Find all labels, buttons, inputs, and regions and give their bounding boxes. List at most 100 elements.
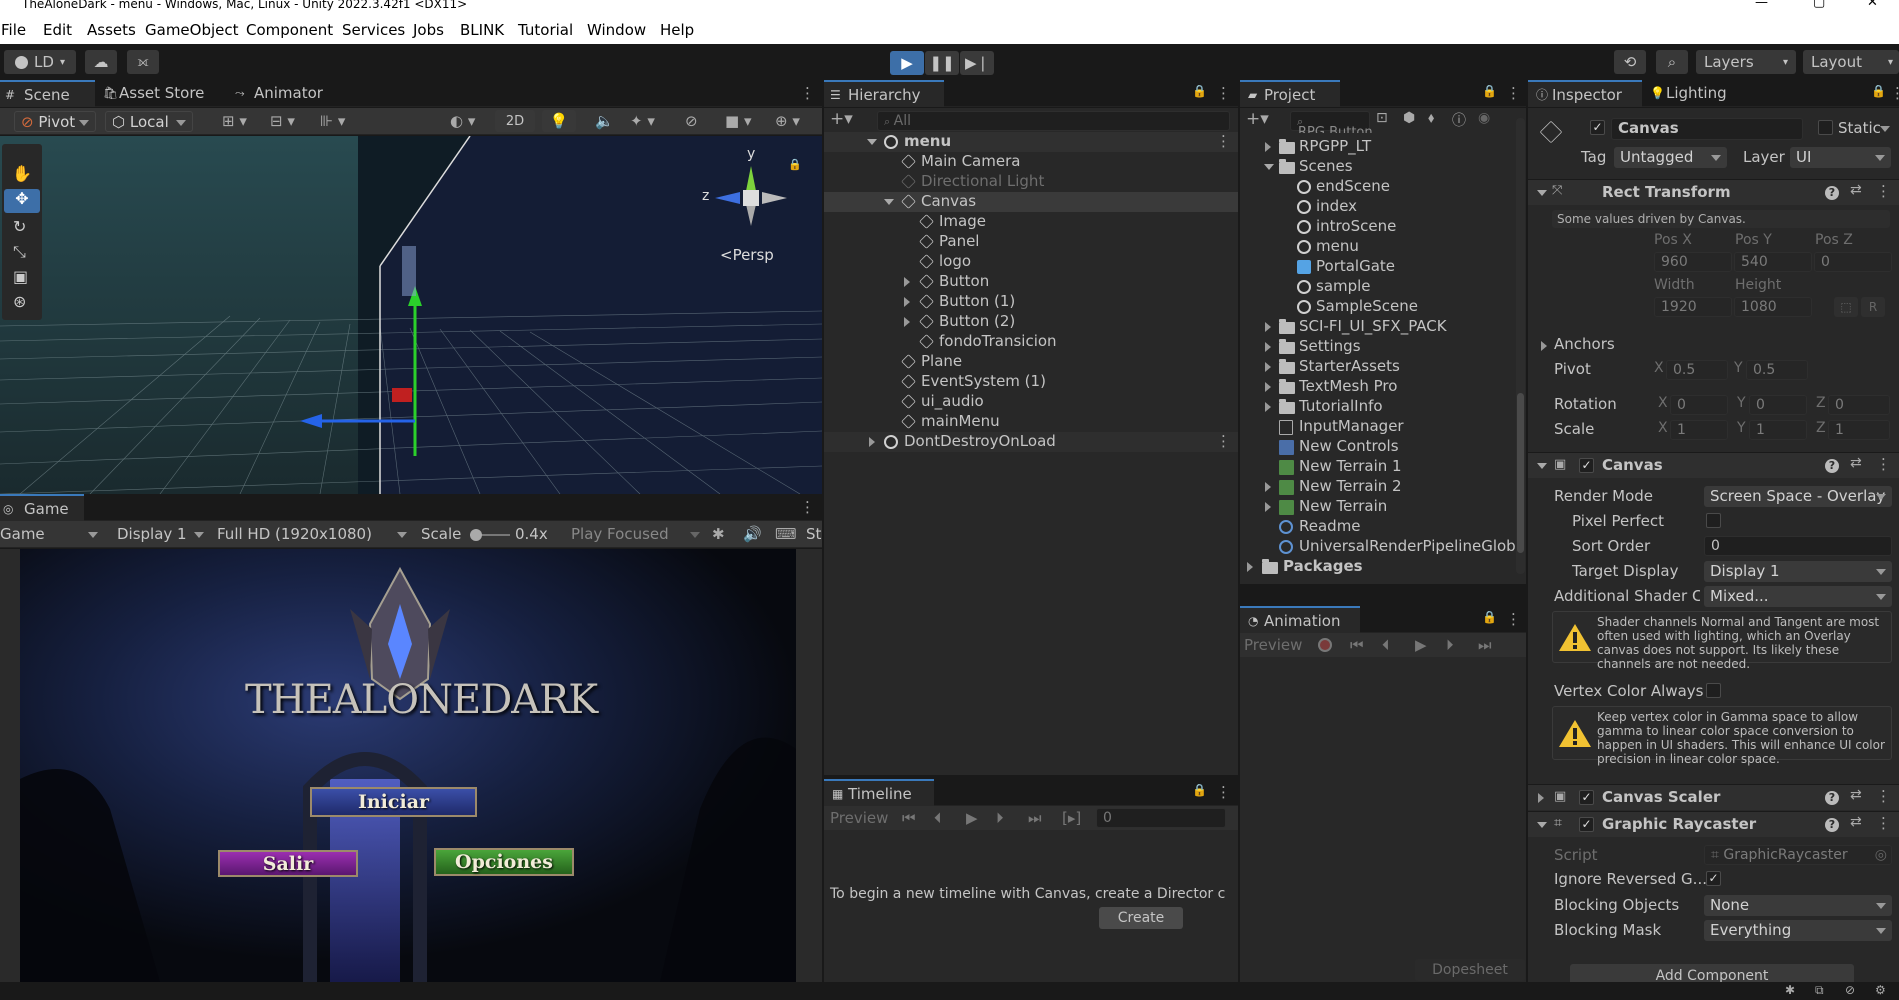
minimize-button[interactable]: — [1755, 0, 1768, 9]
scene-row-dontdestroy[interactable]: DontDestroyOnLoad ⋮ [824, 432, 1238, 452]
menu-gameobject[interactable]: GameObject [145, 21, 239, 39]
hierarchy-item-panel[interactable]: Panel [824, 232, 1238, 252]
project-lock-icon[interactable]: 🔒 [1482, 84, 1497, 98]
project-scene-introscene[interactable]: introScene [1240, 217, 1516, 237]
timeline-prev-frame-icon[interactable]: ⏴ [934, 809, 942, 827]
layer-dropdown[interactable]: UI [1790, 147, 1891, 168]
effects-toggle-icon[interactable]: ✦ ▾ [630, 112, 655, 130]
account-dropdown[interactable]: LD ▾ [4, 50, 76, 74]
presets-icon[interactable]: ⇄ [1850, 455, 1862, 471]
hierarchy-add-icon[interactable]: +▾ [830, 109, 853, 129]
inspector-lock-icon[interactable]: 🔒 [1871, 84, 1886, 98]
history-icon[interactable]: ⟲ [1614, 50, 1646, 74]
target-display-dropdown[interactable]: Display 1 [1704, 561, 1892, 582]
local-dropdown[interactable]: ⬡ Local [105, 111, 193, 132]
scene-menu-icon[interactable]: ⋮ [800, 84, 815, 102]
menu-edit[interactable]: Edit [43, 21, 72, 39]
rotate-tool-icon[interactable]: ↻ [13, 217, 26, 236]
audio-toggle-icon[interactable]: 🔈 [595, 112, 614, 130]
sort-order-field[interactable]: 0 [1704, 536, 1892, 556]
ignore-reversed-checkbox[interactable]: ✓ [1706, 871, 1721, 886]
hierarchy-item-main-menu[interactable]: mainMenu [824, 412, 1238, 432]
gizmos-icon[interactable]: ⊕ ▾ [775, 112, 800, 130]
timeline-create-button[interactable]: Create [1099, 907, 1183, 929]
grid-icon[interactable]: ⊟ ▾ [270, 112, 295, 130]
record-icon[interactable] [1318, 638, 1332, 652]
hidden-packages-icon[interactable]: ◉ [1478, 110, 1490, 126]
pause-button[interactable]: ❚❚ [925, 51, 959, 75]
static-checkbox[interactable] [1818, 120, 1833, 135]
project-folder-starterassets[interactable]: StarterAssets [1240, 357, 1516, 377]
console-info-icon[interactable]: ⓘ [1452, 110, 1466, 130]
stats-button[interactable]: St [806, 525, 821, 543]
project-asset-readme[interactable]: Readme [1240, 517, 1516, 537]
lock-icon[interactable]: 🔒 [788, 158, 802, 171]
increment-snap-icon[interactable]: ⊪ ▾ [320, 112, 345, 130]
rect-transform-header[interactable]: ⤧ Rect Transform ? ⇄ ⋮ [1528, 179, 1899, 205]
shading-mode-icon[interactable]: ◐ ▾ [450, 112, 475, 130]
menu-tutorial[interactable]: Tutorial [518, 21, 573, 39]
cloud-icon[interactable]: ☁ [85, 50, 117, 74]
project-folder-tutorialinfo[interactable]: TutorialInfo [1240, 397, 1516, 417]
timeline-preview-button[interactable]: Preview [830, 809, 888, 827]
tab-animator[interactable]: ⤳ Animator [230, 80, 330, 107]
progress-icon[interactable]: ⚙ [1875, 983, 1886, 997]
blueprint-mode-icon[interactable]: ⬚ [1834, 297, 1858, 317]
project-folder-settings[interactable]: Settings [1240, 337, 1516, 357]
hierarchy-item-button[interactable]: Button [824, 272, 1238, 292]
maximize-button[interactable]: ▢ [1813, 0, 1825, 9]
blocking-objects-dropdown[interactable]: None [1704, 895, 1892, 916]
project-asset-newcontrols[interactable]: New Controls [1240, 437, 1516, 457]
shader-channels-dropdown[interactable]: Mixed... [1704, 586, 1892, 607]
timeline-lock-icon[interactable]: 🔒 [1192, 783, 1207, 797]
animation-lock-icon[interactable]: 🔒 [1482, 610, 1497, 624]
timeline-frame-field[interactable]: 0 [1096, 808, 1226, 828]
canvas-scaler-checkbox[interactable]: ✓ [1579, 790, 1594, 805]
resolution-dropdown[interactable]: Full HD (1920x1080) [217, 525, 372, 543]
project-asset-inputmanager[interactable]: InputManager [1240, 417, 1516, 437]
component-menu-icon[interactable]: ⋮ [1876, 814, 1891, 832]
timeline-play-icon[interactable]: ▶ [966, 809, 978, 827]
tab-asset-store[interactable]: 🛍 Asset Store [95, 80, 230, 107]
tab-scene[interactable]: # Scene [0, 80, 95, 107]
hierarchy-item-logo[interactable]: logo [824, 252, 1238, 272]
collab-icon[interactable]: ⟗ [127, 50, 159, 74]
close-button[interactable]: ✕ [1867, 0, 1878, 9]
anchors-foldout[interactable]: Anchors [1554, 335, 1615, 353]
menu-component[interactable]: Component [246, 21, 333, 39]
inspector-menu-icon[interactable]: ⋮ [1890, 84, 1899, 102]
hierarchy-item-ui-audio[interactable]: ui_audio [824, 392, 1238, 412]
display-dropdown[interactable]: Display 1 [117, 525, 187, 543]
menu-window[interactable]: Window [587, 21, 646, 39]
anim-play-icon[interactable]: ▶ [1415, 636, 1427, 654]
anim-prev-frame-icon[interactable]: ⏴ [1382, 636, 1390, 654]
presets-icon[interactable]: ⇄ [1850, 814, 1862, 830]
blocking-mask-dropdown[interactable]: Everything [1704, 920, 1892, 941]
hierarchy-item-button-2[interactable]: Button (2) [824, 312, 1238, 332]
layout-dropdown[interactable]: Layout ▾ [1803, 50, 1899, 74]
search-icon[interactable]: ⌕ [1656, 50, 1688, 74]
scale-slider-handle[interactable] [470, 529, 482, 541]
tab-project[interactable]: ▰ Project [1240, 80, 1340, 107]
hierarchy-item-button-1[interactable]: Button (1) [824, 292, 1238, 312]
start-button[interactable]: Iniciar [310, 787, 477, 817]
pivot-dropdown[interactable]: ⊘ Pivot [14, 111, 96, 132]
component-menu-icon[interactable]: ⋮ [1876, 787, 1891, 805]
tab-game[interactable]: ◎ Game [0, 494, 84, 521]
lighting-toggle-icon[interactable]: 💡 [542, 110, 576, 132]
add-component-button[interactable]: Add Component [1570, 964, 1854, 982]
menu-blink[interactable]: BLINK [460, 21, 504, 39]
tab-hierarchy[interactable]: ☰ Hierarchy [824, 80, 944, 107]
hierarchy-lock-icon[interactable]: 🔒 [1192, 84, 1207, 98]
project-folder-rpgpp[interactable]: RPGPP_LT [1240, 137, 1516, 157]
vertex-color-checkbox[interactable] [1706, 683, 1721, 698]
tag-dropdown[interactable]: Untagged [1614, 147, 1727, 168]
graphic-raycaster-header[interactable]: ⌗ ✓ Graphic Raycaster ? ⇄ ⋮ [1528, 811, 1899, 837]
timeline-menu-icon[interactable]: ⋮ [1216, 783, 1231, 801]
exit-button[interactable]: Salir [218, 850, 358, 877]
tab-inspector[interactable]: ⓘ Inspector [1528, 80, 1642, 107]
menu-assets[interactable]: Assets [87, 21, 136, 39]
search-by-label-icon[interactable]: ⬢ [1403, 110, 1415, 126]
help-icon[interactable]: ? [1825, 791, 1839, 805]
layers-dropdown[interactable]: Layers ▾ [1696, 50, 1796, 74]
